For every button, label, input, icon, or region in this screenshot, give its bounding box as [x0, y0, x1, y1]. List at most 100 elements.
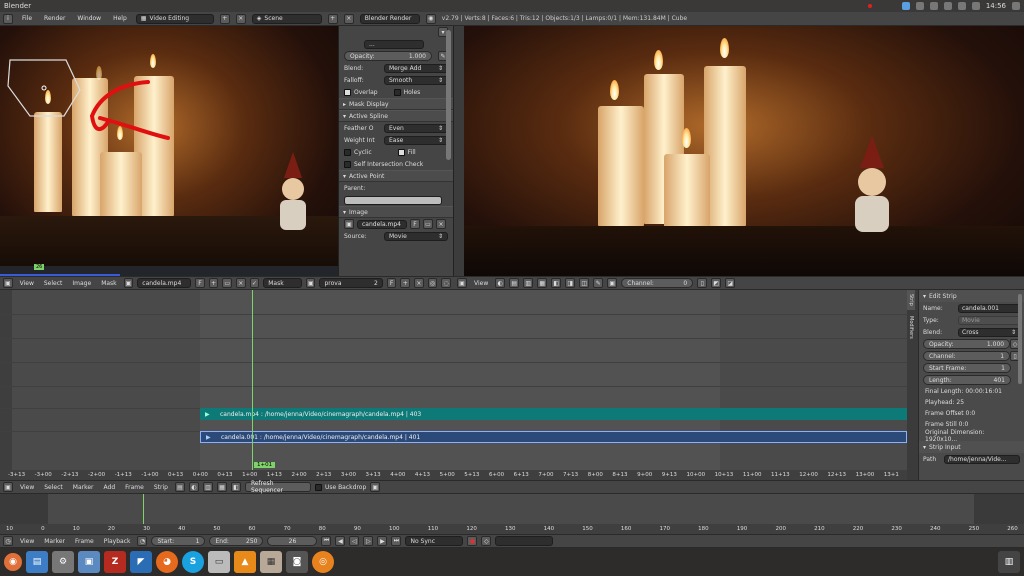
add-scene-icon[interactable]: + — [327, 13, 338, 24]
playhead-line[interactable] — [252, 290, 253, 480]
keying-set-icon[interactable]: ◇ — [481, 536, 492, 546]
active-spline-header[interactable]: ▾ Active Spline — [339, 110, 453, 122]
preview-menu-view[interactable]: View — [471, 280, 491, 287]
mask-browse-icon[interactable]: ▣ — [305, 278, 316, 288]
mask-close-icon[interactable]: × — [414, 278, 424, 288]
seq-menu-frame[interactable]: Frame — [122, 484, 147, 491]
view-type-icon[interactable]: ◐ — [495, 278, 506, 288]
mask-f[interactable]: F — [386, 278, 397, 288]
refresh-sequencer-button[interactable]: Refresh Sequencer — [244, 480, 311, 494]
timeline-playhead[interactable] — [143, 494, 144, 524]
strip-blend-dropdown[interactable]: Cross ⇕ — [958, 327, 1020, 337]
preview-editor-type-icon[interactable]: ▣ — [457, 278, 467, 288]
keying-set-field[interactable] — [495, 536, 554, 546]
volume-icon[interactable] — [971, 2, 980, 10]
jump-end-icon[interactable]: ⏭ — [391, 536, 402, 546]
camera-icon[interactable]: ◙ — [286, 551, 308, 573]
use-backdrop-checkbox[interactable]: Use Backdrop — [314, 483, 366, 491]
strip-input-header[interactable]: ▾ Strip Input — [919, 441, 1024, 453]
blend-dropdown[interactable]: Merge Add ⇕ — [384, 63, 448, 73]
prev-key-icon[interactable]: ◀ — [335, 536, 346, 546]
clock[interactable]: 14:56 — [986, 2, 1006, 10]
firefox-icon[interactable]: ◕ — [156, 551, 178, 573]
next-key-icon[interactable]: ▶ — [377, 536, 388, 546]
strip-channel-field[interactable]: Channel: 1 — [923, 351, 1011, 361]
parent-field[interactable] — [344, 195, 442, 205]
seq-render-icon[interactable]: ▣ — [370, 482, 381, 492]
preview-lock-icon[interactable]: ▯ — [697, 278, 708, 288]
vscode-icon[interactable]: ◤ — [130, 551, 152, 573]
timeline-ruler[interactable]: 10 0 10 20 30 40 50 60 70 80 90 100 110 120 130 140 150 1… — [0, 524, 1024, 534]
safe-areas-icon[interactable]: ◨ — [565, 278, 576, 288]
jump-start-icon[interactable]: ⏮ — [321, 536, 332, 546]
dropbox-tray-icon[interactable] — [915, 2, 924, 10]
clip-close-icon[interactable]: × — [236, 278, 246, 288]
play-reverse-icon[interactable]: ◁ — [349, 536, 360, 546]
clip-add-icon[interactable]: + — [208, 278, 219, 288]
image-name-field[interactable]: candela.mp4 — [357, 219, 407, 229]
record-icon[interactable]: ● — [467, 536, 478, 546]
tab-modifiers[interactable]: Modifiers — [907, 312, 915, 343]
power-icon[interactable] — [1012, 2, 1020, 10]
preview-snap-icon[interactable]: ◩ — [711, 278, 722, 288]
mask-add-icon[interactable]: + — [400, 278, 411, 288]
start-frame-field[interactable]: Start: 1 — [151, 536, 206, 546]
seq-menu-view[interactable]: View — [17, 484, 37, 491]
timeline-area[interactable]: 10 0 10 20 30 40 50 60 70 80 90 100 110 120 130 140 150 1… — [0, 494, 1024, 534]
holes-checkbox[interactable]: Holes — [393, 88, 420, 96]
files-icon[interactable]: ▤ — [26, 551, 48, 573]
tl-menu-playback[interactable]: Playback — [101, 538, 134, 545]
bluetooth-icon[interactable] — [929, 2, 938, 10]
mask-overlay[interactable] — [0, 26, 338, 276]
vlc-icon[interactable]: ▲ — [234, 551, 256, 573]
end-frame-field[interactable]: End: 250 — [209, 536, 264, 546]
mask-spline[interactable] — [7, 59, 81, 117]
strip-path-field[interactable]: /home/jenna/Vide... — [944, 454, 1020, 464]
clip-viewport[interactable]: 26 — [0, 26, 338, 276]
image-header[interactable]: ▾ Image — [339, 206, 453, 218]
seq-menu-strip[interactable]: Strip — [151, 484, 171, 491]
keyboard-icon[interactable] — [943, 2, 952, 10]
clip-image-field[interactable]: candela.mp4 — [137, 278, 192, 288]
falloff-dropdown[interactable]: Smooth ⇕ — [384, 75, 448, 85]
preview-extra-icon[interactable]: ◪ — [725, 278, 736, 288]
overlap-checkbox[interactable]: Overlap — [344, 88, 378, 96]
pivot-icon[interactable]: ◎ — [427, 278, 438, 288]
empty-field[interactable]: ... — [364, 39, 424, 49]
menu-mask[interactable]: Mask — [98, 280, 119, 287]
strip-length-field[interactable]: Length: 401 — [923, 375, 1011, 385]
props-scrollbar[interactable] — [446, 30, 451, 160]
playhead-label[interactable]: 1+01 — [254, 462, 276, 468]
image-browse-icon[interactable]: ▣ — [344, 219, 354, 229]
preview-range-icon[interactable]: ◔ — [137, 536, 148, 546]
remove-layout-icon[interactable]: × — [235, 13, 246, 24]
menu-file[interactable]: File — [19, 15, 35, 22]
opacity-field[interactable]: Opacity: 1.000 — [344, 51, 432, 61]
feather-dropdown[interactable]: Even ⇕ — [384, 123, 448, 133]
zoom-icon[interactable]: ◫ — [579, 278, 590, 288]
strip-opacity-field[interactable]: Opacity: 1.000 — [923, 339, 1011, 349]
strip-candela-mp4[interactable]: ▶ candela.mp4 : /home/jenna/Video/cinema… — [200, 408, 907, 420]
tl-menu-view[interactable]: View — [17, 538, 37, 545]
editor-type-icon[interactable]: i — [3, 13, 13, 24]
source-dropdown[interactable]: Movie ⇕ — [384, 231, 448, 241]
seq-preview-icon[interactable]: ◐ — [188, 482, 199, 492]
mask-display-header[interactable]: ▸ Mask Display — [339, 98, 453, 110]
edit-strip-scrollbar[interactable] — [1018, 294, 1022, 384]
sync-dropdown[interactable]: No Sync — [405, 536, 464, 546]
proxy-icon[interactable]: ◧ — [551, 278, 562, 288]
mode-dropdown[interactable]: Mask — [263, 278, 302, 288]
clip-editor-type-icon[interactable]: ▣ — [3, 278, 13, 288]
tl-menu-frame[interactable]: Frame — [72, 538, 97, 545]
self-intersection-checkbox[interactable]: Self Intersection Check — [344, 160, 423, 168]
edit-strip-header[interactable]: ▾ Edit Strip — [919, 290, 1024, 302]
overlay-icon[interactable]: ▦ — [537, 278, 548, 288]
image-close-icon[interactable]: × — [436, 219, 446, 229]
display-mode-icon[interactable]: ▤ — [509, 278, 520, 288]
menu-image[interactable]: Image — [69, 280, 94, 287]
menu-render[interactable]: Render — [41, 15, 68, 22]
sequencer-area[interactable]: ▶ candela.mp4 : /home/jenna/Video/cinema… — [0, 290, 907, 480]
strip-start-field[interactable]: Start Frame: 1 — [923, 363, 1011, 373]
scene-dropdown[interactable]: ◈ Scene — [251, 13, 322, 24]
skype-tray-icon[interactable] — [901, 2, 910, 10]
